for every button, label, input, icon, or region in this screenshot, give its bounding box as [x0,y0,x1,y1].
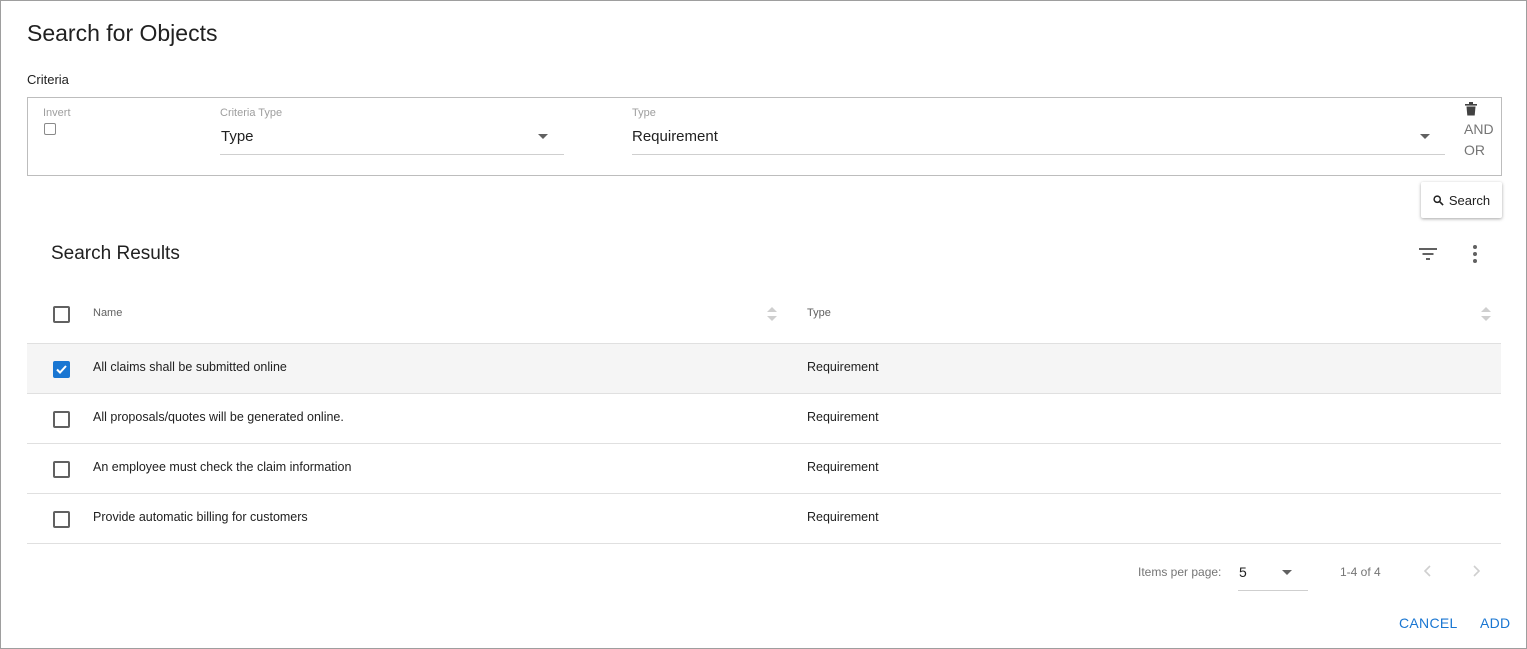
table-row[interactable]: An employee must check the claim informa… [27,444,1501,494]
search-button[interactable]: Search [1421,182,1502,218]
row-checkbox[interactable] [53,411,70,428]
search-icon [1433,194,1444,206]
column-header-name[interactable]: Name [93,307,122,319]
filter-icon[interactable] [1418,246,1438,262]
add-button[interactable]: ADD [1480,615,1510,631]
page-size-value: 5 [1239,564,1247,580]
search-button-label: Search [1448,192,1491,208]
select-underline [632,154,1445,155]
criteria-label: Criteria [27,72,69,87]
invert-label: Invert [43,107,71,119]
criteria-type-label: Criteria Type [220,107,283,119]
type-label: Type [632,107,656,119]
sort-icon[interactable] [1480,306,1492,322]
row-checkbox[interactable] [53,361,70,378]
row-checkbox[interactable] [53,511,70,528]
row-checkbox[interactable] [53,461,70,478]
chevron-right-icon[interactable] [1470,563,1482,579]
items-per-page-label: Items per page: [1138,565,1222,579]
trash-icon[interactable] [1465,102,1477,116]
row-name: An employee must check the claim informa… [93,460,352,474]
page-range-label: 1-4 of 4 [1340,565,1381,579]
select-underline [220,154,564,155]
row-type: Requirement [807,410,879,424]
type-value: Requirement [632,128,718,145]
chevron-down-icon [1420,134,1430,139]
table-row[interactable]: Provide automatic billing for customers … [27,494,1501,544]
row-name: Provide automatic billing for customers [93,510,308,524]
cancel-button[interactable]: CANCEL [1399,615,1458,631]
table-row[interactable]: All claims shall be submitted online Req… [27,344,1501,394]
or-button[interactable]: OR [1464,142,1485,158]
row-name: All claims shall be submitted online [93,360,287,374]
row-type: Requirement [807,460,879,474]
invert-checkbox[interactable] [44,123,56,135]
column-header-type[interactable]: Type [807,307,831,319]
dialog-title: Search for Objects [27,20,218,46]
chevron-down-icon [1282,570,1292,575]
chevron-left-icon[interactable] [1422,563,1434,579]
chevron-down-icon [538,134,548,139]
more-vert-icon[interactable] [1470,244,1480,264]
row-type: Requirement [807,360,879,374]
select-all-checkbox[interactable] [53,306,70,323]
results-table: Name Type All claims shall be submitted … [27,290,1501,544]
select-underline [1238,590,1308,591]
row-type: Requirement [807,510,879,524]
search-dialog: Search for Objects Criteria Invert Crite… [0,0,1527,649]
criteria-row: Invert Criteria Type Type Type Requireme… [27,97,1502,176]
table-header: Name Type [27,290,1501,344]
criteria-type-value: Type [221,128,254,145]
row-name: All proposals/quotes will be generated o… [93,410,344,424]
results-title: Search Results [51,243,180,264]
table-row[interactable]: All proposals/quotes will be generated o… [27,394,1501,444]
and-button[interactable]: AND [1464,121,1494,137]
sort-icon[interactable] [766,306,778,322]
